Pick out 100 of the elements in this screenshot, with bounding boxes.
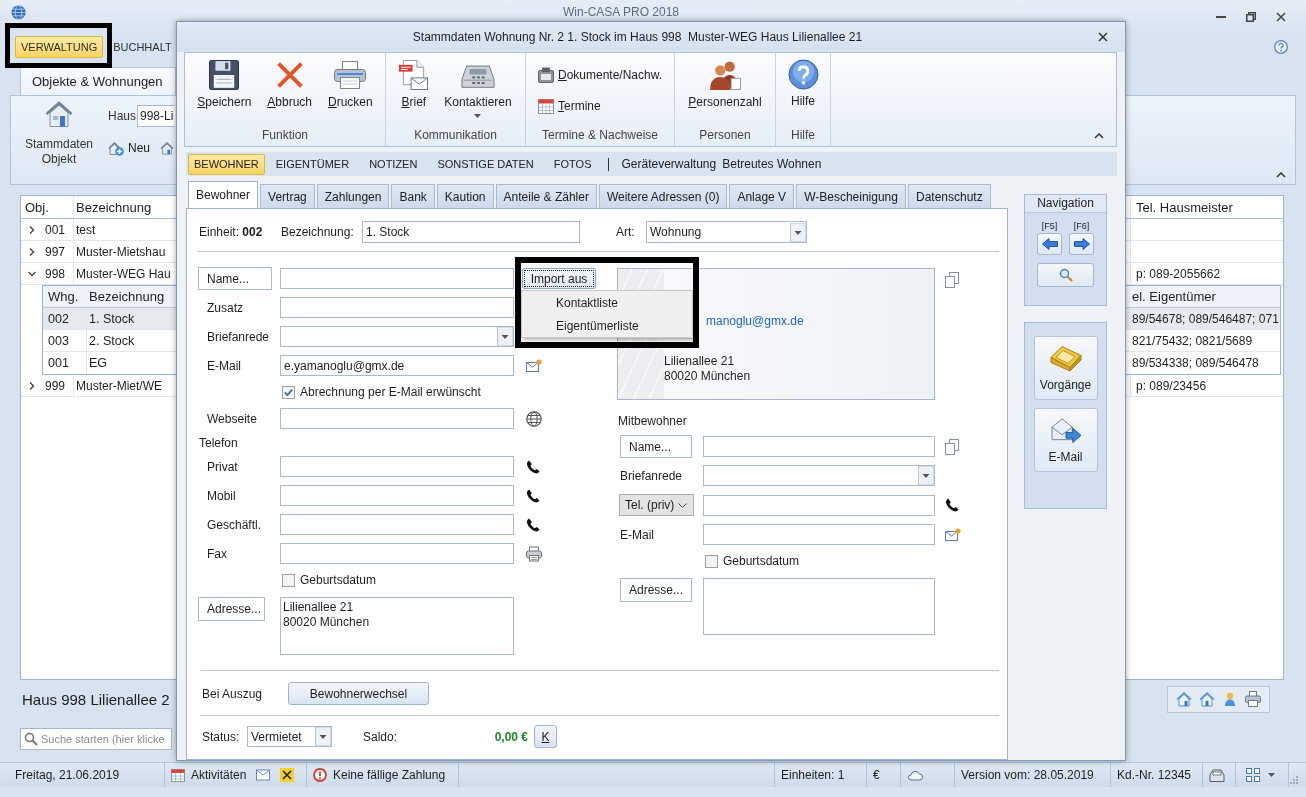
resize-grip-icon[interactable] bbox=[1289, 774, 1298, 784]
page-tab[interactable]: Bewohner bbox=[188, 181, 259, 208]
column-header[interactable]: Bezeichnung bbox=[86, 289, 165, 304]
page-tab[interactable]: Bank bbox=[391, 184, 435, 208]
documents-button[interactable]: Dokumente/Nachw. bbox=[538, 65, 674, 85]
save-button[interactable]: Speichern bbox=[192, 59, 257, 127]
envelope-star-icon[interactable] bbox=[945, 526, 961, 543]
status-dropdown[interactable]: Vermietet bbox=[247, 726, 332, 747]
house-icon[interactable] bbox=[1199, 691, 1215, 707]
dropdown-field[interactable] bbox=[280, 326, 514, 347]
caret-icon[interactable] bbox=[315, 727, 331, 746]
close-icon[interactable] bbox=[1098, 32, 1108, 42]
section-tab[interactable]: EIGENTÜMER bbox=[266, 153, 359, 175]
print-button[interactable]: Drucken bbox=[323, 59, 378, 127]
previous-button[interactable] bbox=[1037, 233, 1062, 255]
input-field[interactable] bbox=[280, 408, 514, 429]
input-field[interactable] bbox=[703, 494, 935, 516]
checkbox-label[interactable]: Geburtsdatum bbox=[723, 554, 800, 568]
calendar-icon[interactable] bbox=[171, 768, 185, 782]
address-button[interactable]: Adresse... bbox=[620, 578, 692, 602]
chevron-up-icon[interactable] bbox=[1094, 133, 1104, 139]
copy-icon[interactable] bbox=[945, 272, 959, 288]
envelope-star-icon[interactable] bbox=[526, 357, 542, 374]
caret-icon[interactable] bbox=[918, 466, 934, 485]
import-button[interactable]: Import aus bbox=[522, 268, 596, 289]
search-button[interactable] bbox=[1037, 263, 1094, 287]
caret-icon[interactable] bbox=[790, 222, 806, 242]
printer-icon[interactable] bbox=[1245, 691, 1261, 707]
chevron-up-icon[interactable] bbox=[1276, 172, 1286, 178]
persons-button[interactable]: Personenzahl bbox=[683, 59, 767, 127]
name-button[interactable]: Name... bbox=[198, 267, 272, 290]
checkbox[interactable] bbox=[282, 573, 295, 587]
column-header[interactable]: Bezeichnung bbox=[73, 199, 152, 215]
help-icon[interactable] bbox=[1274, 40, 1288, 54]
next-button[interactable] bbox=[1069, 233, 1094, 255]
page-tab[interactable]: Zahlungen bbox=[316, 184, 390, 208]
grid-icon[interactable] bbox=[1246, 768, 1260, 782]
checkbox[interactable] bbox=[282, 385, 295, 399]
checkbox-label[interactable]: Geburtsdatum bbox=[300, 573, 377, 587]
column-header[interactable]: Tel. Hausmeister bbox=[1131, 199, 1233, 215]
checkbox[interactable] bbox=[705, 554, 718, 568]
input-field[interactable] bbox=[703, 436, 935, 457]
input-field[interactable] bbox=[280, 456, 514, 477]
input-field[interactable] bbox=[280, 514, 514, 535]
address-field[interactable] bbox=[703, 578, 935, 635]
restore-icon[interactable] bbox=[1246, 12, 1256, 22]
account-button[interactable]: K bbox=[534, 725, 557, 748]
ribbon-tab[interactable]: Objekte & Wohnungen bbox=[20, 67, 176, 95]
search-field[interactable]: Suche starten (hier klicke bbox=[20, 728, 172, 750]
copy-icon[interactable] bbox=[945, 438, 959, 455]
column-header[interactable]: el. Eigentümer bbox=[1129, 289, 1216, 304]
name-button[interactable]: Name... bbox=[620, 435, 692, 458]
dropdown-field[interactable]: Wohnung bbox=[646, 221, 807, 243]
column-header[interactable]: Whg. bbox=[43, 289, 79, 304]
close-icon[interactable] bbox=[1276, 12, 1286, 22]
section-link[interactable]: Geräteverwaltung bbox=[619, 157, 719, 171]
cancel-button[interactable]: Abbruch bbox=[262, 59, 318, 127]
payments-status[interactable]: Keine fällige Zahlung bbox=[333, 768, 446, 782]
letter-button[interactable]: Brief bbox=[394, 59, 434, 127]
input-field[interactable] bbox=[280, 485, 514, 506]
house-icon[interactable] bbox=[160, 141, 174, 155]
phone-type-dropdown[interactable]: Tel. (priv) bbox=[619, 494, 694, 516]
checkbox-label[interactable]: Abrechnung per E-Mail erwünscht bbox=[300, 385, 481, 399]
page-tab[interactable]: Anlage V bbox=[729, 184, 795, 208]
menu-item[interactable]: Kontaktliste bbox=[522, 291, 692, 314]
globe-icon[interactable] bbox=[526, 410, 542, 427]
email-link[interactable]: manoglu@gmx.de bbox=[706, 314, 804, 328]
phone-icon[interactable] bbox=[526, 488, 540, 503]
email-button[interactable]: E-Mail bbox=[1033, 408, 1098, 472]
printer-icon[interactable] bbox=[526, 545, 542, 562]
house-icon[interactable] bbox=[1176, 691, 1192, 707]
chevron-right-icon[interactable] bbox=[28, 381, 36, 390]
menu-item[interactable]: Eigentümerliste bbox=[522, 314, 692, 337]
contact-button[interactable]: Kontaktieren bbox=[439, 59, 517, 127]
section-link[interactable]: Betreutes Wohnen bbox=[720, 157, 824, 171]
envelope-icon[interactable] bbox=[256, 768, 271, 782]
section-tab[interactable]: NOTIZEN bbox=[360, 153, 427, 175]
x-box-icon[interactable] bbox=[280, 768, 295, 782]
caret-icon[interactable] bbox=[497, 327, 513, 346]
phone-icon[interactable] bbox=[526, 459, 540, 474]
chevron-right-icon[interactable] bbox=[28, 247, 36, 256]
phone-icon[interactable] bbox=[526, 517, 540, 532]
input-field[interactable] bbox=[280, 297, 514, 318]
address-button[interactable]: Adresse... bbox=[198, 597, 265, 621]
caret-icon[interactable] bbox=[1268, 773, 1275, 777]
ribbon-tab[interactable]: VERWALTUNG bbox=[15, 36, 104, 58]
inbox-icon[interactable] bbox=[1209, 767, 1225, 783]
new-button[interactable]: Neu bbox=[108, 140, 150, 156]
help-button[interactable]: Hilfe bbox=[782, 59, 824, 127]
person-icon[interactable] bbox=[1222, 691, 1238, 707]
processes-button[interactable]: Vorgänge bbox=[1033, 336, 1098, 400]
input-field[interactable] bbox=[280, 543, 514, 564]
alert-icon[interactable] bbox=[313, 768, 327, 782]
chevron-down-icon[interactable] bbox=[28, 269, 36, 278]
page-tab[interactable]: Anteile & Zähler bbox=[495, 184, 597, 208]
input-field[interactable] bbox=[280, 268, 514, 289]
activities-link[interactable]: Aktivitäten bbox=[191, 768, 247, 782]
chevron-right-icon[interactable] bbox=[28, 225, 36, 234]
section-tab[interactable]: FOTOS bbox=[544, 153, 601, 175]
appointments-button[interactable]: Termine bbox=[538, 96, 674, 116]
